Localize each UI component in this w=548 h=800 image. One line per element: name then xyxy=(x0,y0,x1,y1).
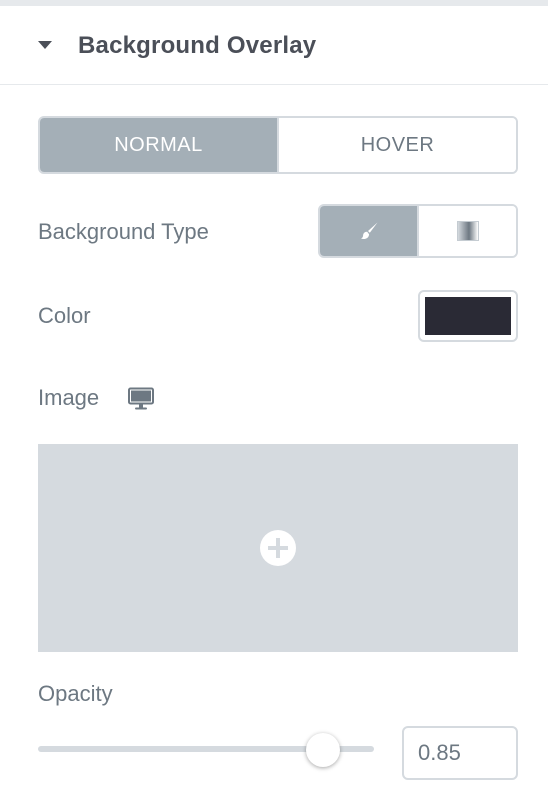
background-type-gradient-button[interactable] xyxy=(417,206,516,256)
opacity-slider-handle[interactable] xyxy=(306,733,340,767)
color-swatch xyxy=(425,297,511,335)
background-type-label: Background Type xyxy=(38,219,209,244)
background-type-switch xyxy=(318,204,518,258)
background-type-classic-button[interactable] xyxy=(320,206,417,256)
brush-icon xyxy=(360,222,377,239)
image-upload-area[interactable] xyxy=(38,444,518,652)
tab-hover[interactable]: HOVER xyxy=(277,118,516,172)
section-header-background-overlay[interactable]: Background Overlay xyxy=(0,6,548,85)
state-tabs: NORMAL HOVER xyxy=(38,116,518,174)
section-title: Background Overlay xyxy=(78,32,317,59)
caret-down-icon[interactable] xyxy=(38,41,52,49)
image-label: Image xyxy=(38,385,100,410)
tab-normal[interactable]: NORMAL xyxy=(40,118,277,172)
color-label: Color xyxy=(38,303,91,328)
desktop-icon[interactable] xyxy=(128,386,154,412)
color-picker-button[interactable] xyxy=(418,290,518,342)
plus-icon[interactable] xyxy=(260,530,296,566)
gradient-icon xyxy=(456,221,479,241)
opacity-input[interactable] xyxy=(402,726,518,780)
opacity-label: Opacity xyxy=(38,681,113,706)
